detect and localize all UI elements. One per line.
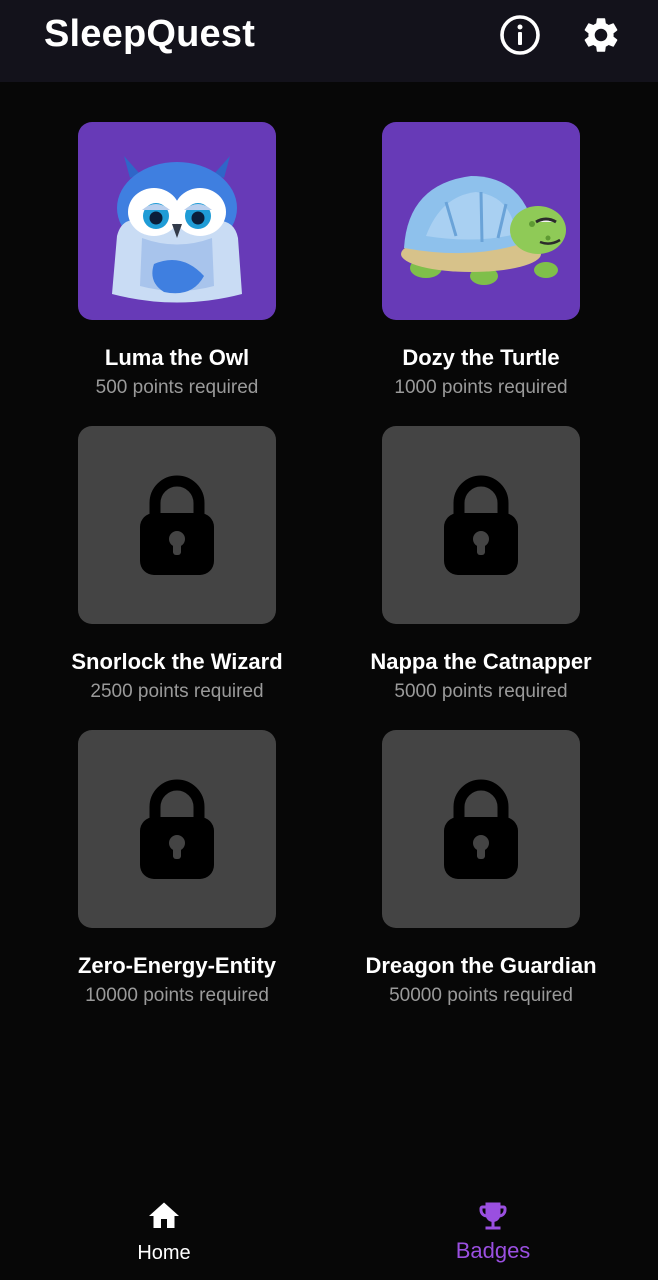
badge-name: Snorlock the Wizard <box>71 649 283 674</box>
badge-points: 2500 points required <box>90 681 264 702</box>
badge-points: 10000 points required <box>85 985 269 1006</box>
nav-item-home[interactable]: Home <box>64 1198 264 1274</box>
badge-name: Luma the Owl <box>104 345 250 370</box>
nav-label-badges: Badges <box>455 1238 531 1263</box>
turtle-illustration <box>401 176 566 285</box>
settings-button[interactable] <box>579 12 623 58</box>
lock-icon <box>444 779 518 879</box>
badge-tile <box>382 730 580 928</box>
badge-card-zero-energy-entity[interactable]: Zero-Energy-Entity 10000 points required <box>25 730 329 1020</box>
badge-points: 500 points required <box>95 377 259 398</box>
info-circle-icon <box>500 15 540 55</box>
badge-tile <box>78 730 276 928</box>
gear-icon <box>584 18 618 52</box>
badge-tile <box>382 122 580 320</box>
badge-points: 50000 points required <box>389 985 573 1006</box>
owl-illustration <box>112 156 242 303</box>
lock-icon <box>444 475 518 575</box>
badge-tile <box>78 122 276 320</box>
lock-icon <box>140 475 214 575</box>
badge-name: Nappa the Catnapper <box>370 649 592 674</box>
nav-item-badges[interactable]: Badges <box>393 1198 593 1274</box>
badge-name: Dozy the Turtle <box>402 345 560 370</box>
badge-points: 5000 points required <box>394 681 568 702</box>
app-bar: SleepQuest <box>0 0 658 82</box>
home-icon <box>149 1202 179 1228</box>
lock-icon <box>140 779 214 879</box>
badge-card-dreagon-the-guardian[interactable]: Dreagon the Guardian 50000 points requir… <box>329 730 633 1020</box>
badge-points: 1000 points required <box>394 377 568 398</box>
bottom-navigation: Home Badges <box>0 1180 658 1280</box>
nav-label-home: Home <box>137 1242 191 1264</box>
badge-tile <box>78 426 276 624</box>
badge-card-nappa-the-catnapper[interactable]: Nappa the Catnapper 5000 points required <box>329 426 633 716</box>
trophy-icon <box>479 1202 507 1230</box>
badge-name: Dreagon the Guardian <box>365 953 597 978</box>
badges-screen: SleepQuest Luma the Owl 500 points requi… <box>0 0 658 1280</box>
badge-card-luma-the-owl[interactable]: Luma the Owl 500 points required <box>25 122 329 412</box>
badge-card-snorlock-the-wizard[interactable]: Snorlock the Wizard 2500 points required <box>25 426 329 716</box>
badge-card-dozy-the-turtle[interactable]: Dozy the Turtle 1000 points required <box>329 122 633 412</box>
badge-name: Zero-Energy-Entity <box>77 953 277 978</box>
app-title: SleepQuest <box>44 13 256 55</box>
badge-tile <box>382 426 580 624</box>
info-button[interactable] <box>498 12 542 58</box>
